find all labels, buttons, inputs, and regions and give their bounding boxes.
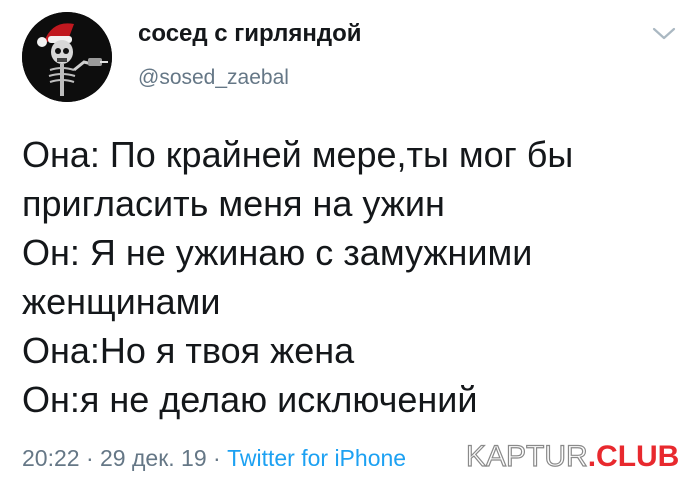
chevron-down-icon bbox=[652, 27, 676, 40]
watermark-part2: .CLUB bbox=[587, 440, 680, 473]
watermark-part1: KAPTUR bbox=[465, 439, 588, 473]
tweet-date[interactable]: 29 дек. 19 bbox=[100, 445, 207, 471]
meta-separator: · bbox=[213, 445, 221, 471]
tweet-meta: 20:22 · 29 дек. 19 · Twitter for iPhone bbox=[22, 445, 406, 472]
tweet-menu-button[interactable] bbox=[650, 24, 678, 44]
tweet: сосед с гирляндой @sosed_zaebal Она: По … bbox=[0, 0, 700, 486]
tweet-text-line: пригласить меня на ужин bbox=[22, 183, 445, 224]
author-handle[interactable]: @sosed_zaebal bbox=[138, 66, 289, 90]
tweet-text-line: женщинами bbox=[22, 281, 221, 322]
meta-separator: · bbox=[85, 445, 94, 471]
avatar[interactable] bbox=[22, 12, 112, 102]
tweet-text-line: Она:Но я твоя жена bbox=[22, 330, 355, 371]
tweet-text-line: Он:я не делаю исключений bbox=[22, 379, 478, 420]
tweet-text: Она: По крайней мере,ты мог бы пригласит… bbox=[22, 130, 692, 424]
tweet-source-link[interactable]: Twitter for iPhone bbox=[227, 445, 406, 471]
tweet-time[interactable]: 20:22 bbox=[22, 445, 80, 471]
tweet-text-line: Он: Я не ужинаю с замужними bbox=[22, 232, 533, 273]
watermark: KAPTUR.CLUB bbox=[465, 439, 680, 474]
author-display-name[interactable]: сосед с гирляндой bbox=[138, 20, 362, 48]
tweet-text-line: Она: По крайней мере,ты мог бы bbox=[22, 134, 574, 175]
skeleton-santa-icon bbox=[22, 12, 112, 102]
